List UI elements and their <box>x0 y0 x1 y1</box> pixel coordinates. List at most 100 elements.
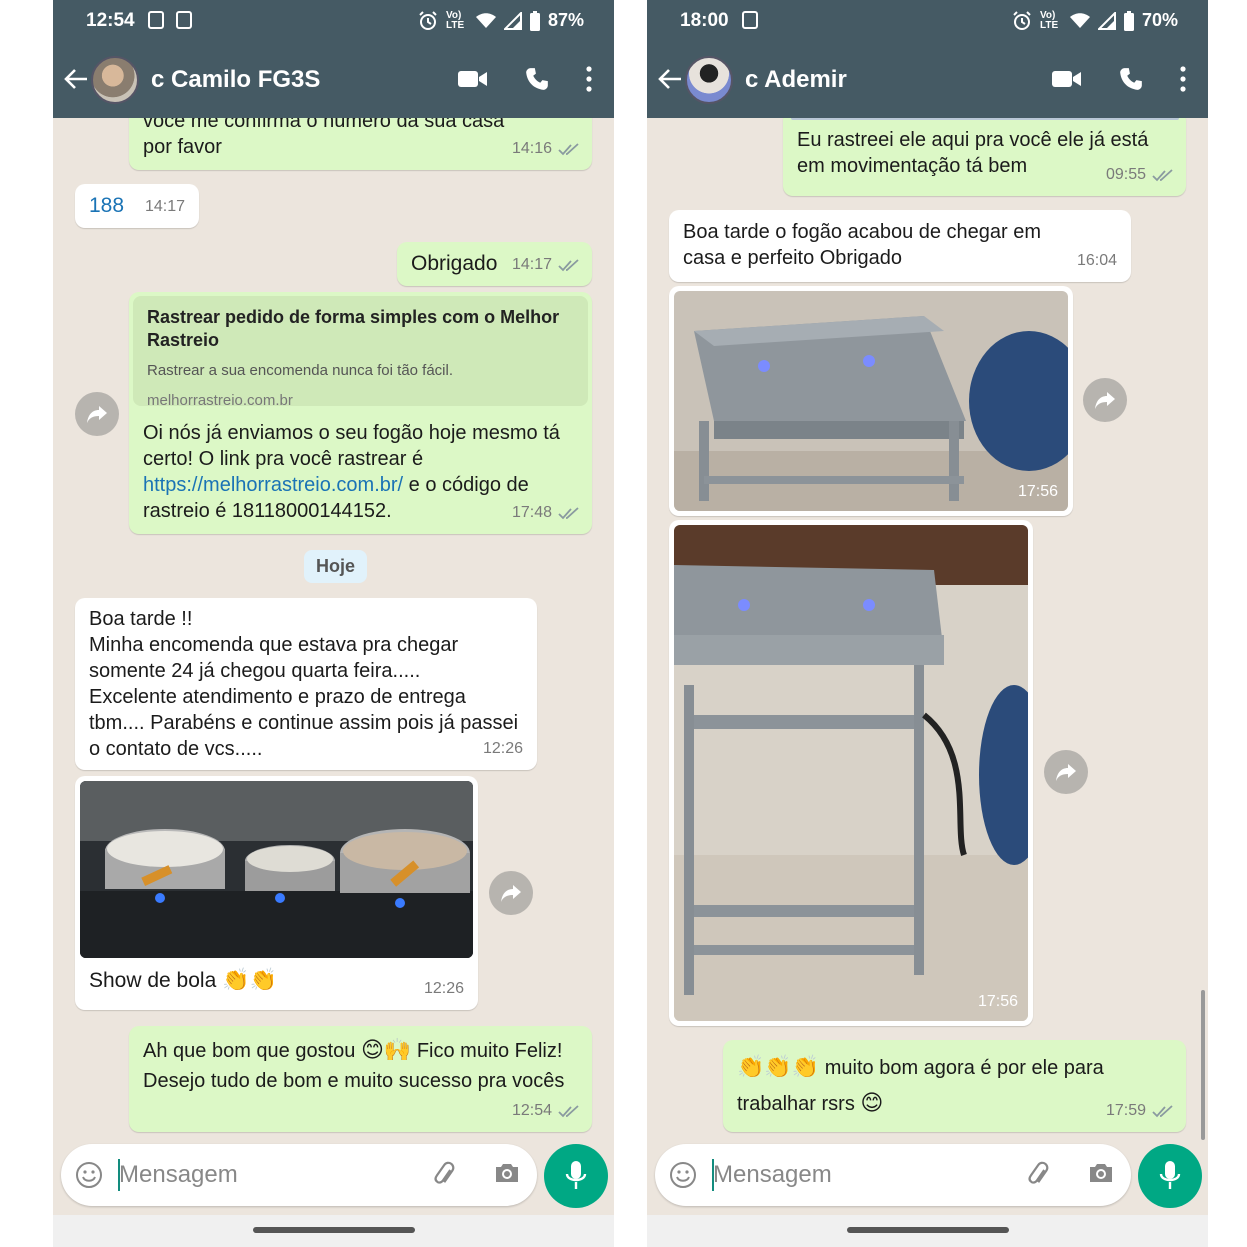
message-text: Boa tarde o fogão acabou de chegar em ca… <box>683 221 1042 269</box>
message-text-part: Ah que bom que gostou <box>143 1040 361 1062</box>
battery-icon <box>530 11 540 31</box>
message-input-bar: Mensagem <box>61 1144 537 1206</box>
forward-button[interactable] <box>75 392 119 436</box>
camera-icon[interactable] <box>493 1161 521 1185</box>
back-arrow-icon[interactable] <box>657 66 683 92</box>
chat-messages[interactable]: Eu rastreei ele aqui pra você ele já est… <box>647 118 1208 1215</box>
photo-time: 17:56 <box>1017 483 1058 500</box>
photo-image <box>674 291 1068 511</box>
message-bubble[interactable]: Boa tarde o fogão acabou de chegar em ca… <box>669 210 1131 282</box>
video-call-icon[interactable] <box>1052 69 1082 89</box>
message-bubble[interactable]: Obrigado 14:17 <box>397 242 592 286</box>
message-bubble[interactable]: Show de bola 👏👏 12:26 <box>75 776 478 1010</box>
notification-icons <box>148 11 192 29</box>
message-time: 14:17 <box>144 198 185 215</box>
tracking-link[interactable]: https://melhorrastreio.com.br/ <box>143 474 403 496</box>
message-bubble[interactable]: Eu rastreei ele aqui pra você ele já est… <box>783 118 1186 196</box>
message-text-part: Oi nós já enviamos o seu fogão hoje mesm… <box>143 422 560 470</box>
home-indicator[interactable] <box>847 1227 1009 1233</box>
message-text: Ah que bom que gostou 😊🙌 Fico muito Feli… <box>143 1036 573 1096</box>
video-call-icon[interactable] <box>458 69 488 89</box>
double-check-icon <box>558 506 580 520</box>
chat-header: c Camilo FG3S <box>53 44 614 118</box>
signal-icon <box>1098 12 1116 30</box>
phone-icon[interactable] <box>1118 66 1144 92</box>
message-bubble[interactable]: voce me confirma o numero da sua casa po… <box>129 118 592 170</box>
photo-stove-1[interactable]: 17:56 <box>674 291 1068 511</box>
message-time: 09:55 <box>1105 166 1146 183</box>
contact-name[interactable]: c Ademir <box>745 66 847 94</box>
wifi-icon <box>476 13 496 29</box>
more-vert-icon[interactable] <box>1180 66 1186 92</box>
message-bubble[interactable]: 17:56 <box>669 286 1073 516</box>
camera-icon[interactable] <box>1087 1161 1115 1185</box>
notification-icon <box>148 11 164 29</box>
caption-text: Show de bola <box>89 969 217 992</box>
alarm-icon <box>1012 11 1032 31</box>
signal-icon <box>504 12 522 30</box>
link-preview[interactable]: Rastrear pedido de forma simples com o M… <box>133 296 588 409</box>
mic-icon <box>1158 1160 1182 1192</box>
message-text: 👏👏👏 muito bom agora é por ele para traba… <box>737 1050 1157 1122</box>
phone-icon[interactable] <box>524 66 550 92</box>
header-actions <box>1052 66 1186 92</box>
forward-button[interactable] <box>1044 750 1088 794</box>
status-bar: 12:54 Vo) LTE 87% <box>53 0 614 44</box>
forward-icon <box>500 883 522 903</box>
attach-icon[interactable] <box>1025 1161 1053 1189</box>
mic-button[interactable] <box>1138 1144 1202 1208</box>
message-bubble[interactable]: Boa tarde !! Minha encomenda que estava … <box>75 598 537 770</box>
mic-button[interactable] <box>544 1144 608 1208</box>
smile-emoji: 😊🙌 <box>360 1038 412 1063</box>
double-check-icon <box>1152 1104 1174 1118</box>
forward-button[interactable] <box>1083 378 1127 422</box>
double-check-icon <box>1152 168 1174 182</box>
emoji-icon[interactable] <box>75 1161 103 1189</box>
more-vert-icon[interactable] <box>586 66 592 92</box>
chat-messages[interactable]: voce me confirma o numero da sua casa po… <box>53 118 614 1215</box>
avatar[interactable] <box>91 56 139 104</box>
contact-name[interactable]: c Camilo FG3S <box>151 66 320 94</box>
wifi-icon <box>1070 13 1090 29</box>
photo-image <box>674 525 1028 1021</box>
home-indicator[interactable] <box>253 1227 415 1233</box>
photo-stove-2[interactable]: 17:56 <box>674 525 1028 1021</box>
photo-stove-pots[interactable] <box>80 781 473 958</box>
mic-icon <box>564 1160 588 1192</box>
status-right: Vo) LTE 70% <box>1012 10 1178 31</box>
battery-percent: 70% <box>1141 10 1178 30</box>
scrollbar[interactable] <box>1201 990 1205 1140</box>
message-time: 12:26 <box>423 980 464 997</box>
left-phone-screen: 12:54 Vo) LTE 87% c Camilo FG3S voce me … <box>53 0 614 1247</box>
message-text: Obrigado <box>411 252 498 275</box>
double-check-icon <box>558 258 580 272</box>
message-input[interactable]: Mensagem <box>119 1161 238 1189</box>
message-bubble[interactable]: 17:56 <box>669 520 1033 1026</box>
cropped-screenshot-strip <box>791 118 1179 120</box>
link-preview-domain: melhorrastreio.com.br <box>147 392 293 409</box>
link-preview-title: Rastrear pedido de forma simples com o M… <box>147 307 560 350</box>
back-arrow-icon[interactable] <box>63 66 89 92</box>
message-bubble[interactable]: Ah que bom que gostou 😊🙌 Fico muito Feli… <box>129 1026 592 1132</box>
status-right: Vo) LTE 87% <box>418 10 584 31</box>
notification-icon <box>742 11 758 29</box>
alarm-icon <box>418 11 438 31</box>
message-input[interactable]: Mensagem <box>713 1161 832 1189</box>
message-text[interactable]: 188 <box>89 193 124 219</box>
message-bubble[interactable]: 188 14:17 <box>75 184 199 228</box>
message-time: 17:59 <box>1105 1102 1146 1119</box>
status-bar: 18:00 Vo) LTE 70% <box>647 0 1208 44</box>
system-nav-bar <box>53 1215 614 1247</box>
message-bubble[interactable]: Rastrear pedido de forma simples com o M… <box>129 292 592 534</box>
emoji-icon[interactable] <box>669 1161 697 1189</box>
chat-header: c Ademir <box>647 44 1208 118</box>
clap-emoji: 👏👏 <box>222 968 277 993</box>
message-bubble[interactable]: 👏👏👏 muito bom agora é por ele para traba… <box>723 1040 1186 1132</box>
avatar[interactable] <box>685 56 733 104</box>
forward-button[interactable] <box>489 871 533 915</box>
photo-image <box>80 781 473 958</box>
attach-icon[interactable] <box>431 1161 459 1189</box>
message-text: Boa tarde !! Minha encomenda que estava … <box>89 608 519 760</box>
battery-percent: 87% <box>547 10 584 30</box>
message-text: voce me confirma o numero da sua casa <box>143 118 505 132</box>
